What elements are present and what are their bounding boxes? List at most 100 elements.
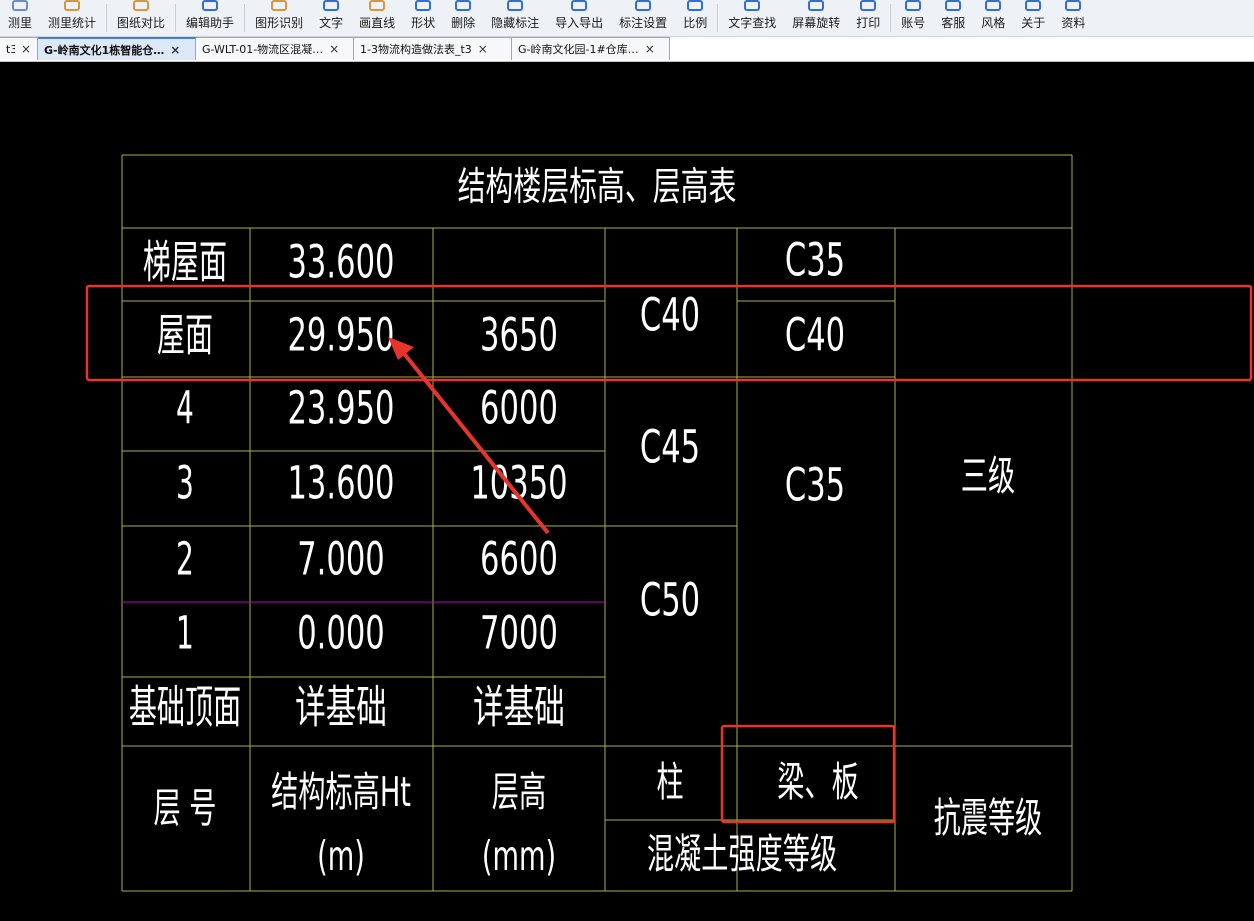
toolbar-button-3[interactable]: 图纸对比 bbox=[109, 0, 173, 36]
toolbar-button-13[interactable]: 导入导出 bbox=[547, 0, 611, 36]
toolbar-button-24[interactable]: 关于 bbox=[1013, 0, 1053, 36]
toolbar-button-1[interactable]: 测里统计 bbox=[40, 0, 104, 36]
tab-label: G-岭南文化园-1#仓库… bbox=[518, 43, 639, 56]
toolbar-button-18[interactable]: 屏幕旋转 bbox=[784, 0, 848, 36]
header-elevation-line1: 结构标高Ht bbox=[271, 770, 411, 817]
elevation-cell: 13.600 bbox=[287, 457, 394, 510]
toolbar-button-11[interactable]: 删除 bbox=[443, 0, 483, 36]
toolbar-button-5[interactable]: 编辑助手 bbox=[178, 0, 242, 36]
toolbar-button-0[interactable]: 测里 bbox=[0, 0, 40, 36]
header-seismic: 抗震等级 bbox=[934, 796, 1043, 843]
shape-icon bbox=[414, 0, 432, 13]
floor-cell: 3 bbox=[176, 457, 194, 510]
shape-recognize-icon bbox=[270, 0, 288, 13]
tab-label: 1-3物流构造做法表_t3 bbox=[360, 43, 472, 56]
floor-cell: 4 bbox=[176, 382, 194, 435]
column-grade-cell: C40 bbox=[640, 289, 700, 342]
document-tab-4[interactable]: G-岭南文化园-1#仓库… × bbox=[512, 37, 670, 60]
elevation-cell: 7.000 bbox=[297, 533, 385, 586]
text-search-icon bbox=[743, 0, 761, 13]
toolbar-label: 形状 bbox=[411, 16, 436, 30]
toolbar-button-17[interactable]: 文字查找 bbox=[720, 0, 784, 36]
column-grade-cell: C45 bbox=[640, 421, 700, 474]
toolbar-button-25[interactable]: 资料 bbox=[1053, 0, 1093, 36]
close-icon[interactable]: × bbox=[170, 43, 180, 57]
toolbar-button-9[interactable]: 画直线 bbox=[351, 0, 403, 36]
tab-label: G-WLT-01-物流区混凝… bbox=[202, 43, 324, 56]
toolbar-label: 屏幕旋转 bbox=[792, 16, 841, 30]
toolbar-label: 账号 bbox=[901, 16, 926, 30]
ruler-icon bbox=[11, 0, 29, 13]
beam-grade-cell: C40 bbox=[785, 309, 845, 362]
compare-icon bbox=[132, 0, 150, 13]
header-beam-slab: 梁、板 bbox=[777, 760, 859, 807]
toolbar-label: 文字 bbox=[319, 16, 344, 30]
import-export-icon bbox=[570, 0, 588, 13]
grade-cells: C40 C45 C50 C35 C40 C35 bbox=[640, 234, 845, 627]
table-rows: 梯屋面 33.600 屋面 29.950 3650 4 23.950 6000 3 13.600 1… bbox=[129, 236, 568, 734]
hide-annotation-icon bbox=[506, 0, 524, 13]
close-icon[interactable]: × bbox=[645, 42, 655, 56]
close-icon[interactable]: × bbox=[329, 42, 339, 56]
toolbar-button-7[interactable]: 图形识别 bbox=[247, 0, 311, 36]
toolbar-label: 风格 bbox=[981, 16, 1006, 30]
header-floor: 层 号 bbox=[153, 786, 216, 833]
toolbar-button-10[interactable]: 形状 bbox=[403, 0, 443, 36]
documents-icon bbox=[1064, 0, 1082, 13]
toolbar-label: 隐藏标注 bbox=[491, 16, 540, 30]
toolbar-label: 文字查找 bbox=[728, 16, 777, 30]
document-tab-1[interactable]: G-岭南文化1栋智能仓… × bbox=[38, 37, 196, 60]
drawing-canvas[interactable]: 结构楼层标高、层高表 梯屋面 33.600 屋面 29.950 3650 4 23.950 6… bbox=[0, 62, 1254, 921]
toolbar-label: 关于 bbox=[1021, 16, 1046, 30]
toolbar-label: 比例 bbox=[683, 16, 708, 30]
tab-label: G-岭南文化1栋智能仓… bbox=[44, 43, 165, 57]
document-tab-2[interactable]: G-WLT-01-物流区混凝… × bbox=[196, 37, 354, 60]
elevation-cell: 29.950 bbox=[287, 309, 394, 362]
document-tab-3[interactable]: 1-3物流构造做法表_t3 × bbox=[354, 37, 512, 60]
elevation-cell: 0.000 bbox=[297, 607, 385, 660]
height-cell: 详基础 bbox=[473, 681, 565, 734]
main-toolbar: 测里 测里统计 图纸对比 编辑助手 图形识别 文字 画直线 形状 删除 隐藏标注 导入导出 标注设置 比… bbox=[0, 0, 1254, 37]
toolbar-button-14[interactable]: 标注设置 bbox=[611, 0, 675, 36]
toolbar-label: 编辑助手 bbox=[186, 16, 235, 30]
floor-cell: 屋面 bbox=[157, 309, 213, 362]
table-header: 层 号 结构标高Ht (m) 层高 (mm) 柱 梁、板 混凝土强度等级 抗震等… bbox=[153, 760, 1042, 881]
toolbar-separator bbox=[717, 4, 719, 32]
height-cell: 6600 bbox=[480, 533, 558, 586]
toolbar-label: 图形识别 bbox=[255, 16, 304, 30]
tab-label: t3 bbox=[6, 42, 15, 56]
measure-stats-icon bbox=[63, 0, 81, 13]
support-icon bbox=[944, 0, 962, 13]
toolbar-button-22[interactable]: 客服 bbox=[933, 0, 973, 36]
annotation-settings-icon bbox=[634, 0, 652, 13]
elevation-cell: 详基础 bbox=[295, 681, 387, 734]
height-cell: 6000 bbox=[480, 382, 558, 435]
table-title: 结构楼层标高、层高表 bbox=[458, 164, 737, 210]
toolbar-button-12[interactable]: 隐藏标注 bbox=[483, 0, 547, 36]
floor-cell: 2 bbox=[176, 533, 194, 586]
toolbar-label: 删除 bbox=[451, 16, 476, 30]
close-icon[interactable]: × bbox=[478, 42, 488, 56]
height-cell: 3650 bbox=[480, 309, 558, 362]
delete-icon bbox=[454, 0, 472, 13]
header-elevation-line2: (m) bbox=[317, 834, 365, 881]
toolbar-button-19[interactable]: 打印 bbox=[848, 0, 888, 36]
edit-assistant-icon bbox=[201, 0, 219, 13]
height-cell: 7000 bbox=[480, 607, 558, 660]
toolbar-button-23[interactable]: 风格 bbox=[973, 0, 1013, 36]
toolbar-label: 资料 bbox=[1061, 16, 1086, 30]
toolbar-button-21[interactable]: 账号 bbox=[893, 0, 933, 36]
print-icon bbox=[859, 0, 877, 13]
toolbar-label: 测里 bbox=[8, 16, 33, 30]
toolbar-button-8[interactable]: 文字 bbox=[311, 0, 351, 36]
rotate-icon bbox=[807, 0, 825, 13]
toolbar-separator bbox=[106, 4, 108, 32]
account-icon bbox=[904, 0, 922, 13]
document-tab-0[interactable]: t3 × bbox=[0, 37, 38, 60]
toolbar-label: 打印 bbox=[856, 16, 881, 30]
toolbar-button-15[interactable]: 比例 bbox=[675, 0, 715, 36]
close-icon[interactable]: × bbox=[21, 42, 31, 56]
elevation-cell: 33.600 bbox=[287, 236, 394, 289]
text-icon bbox=[322, 0, 340, 13]
header-concrete-grade: 混凝土强度等级 bbox=[647, 832, 837, 879]
